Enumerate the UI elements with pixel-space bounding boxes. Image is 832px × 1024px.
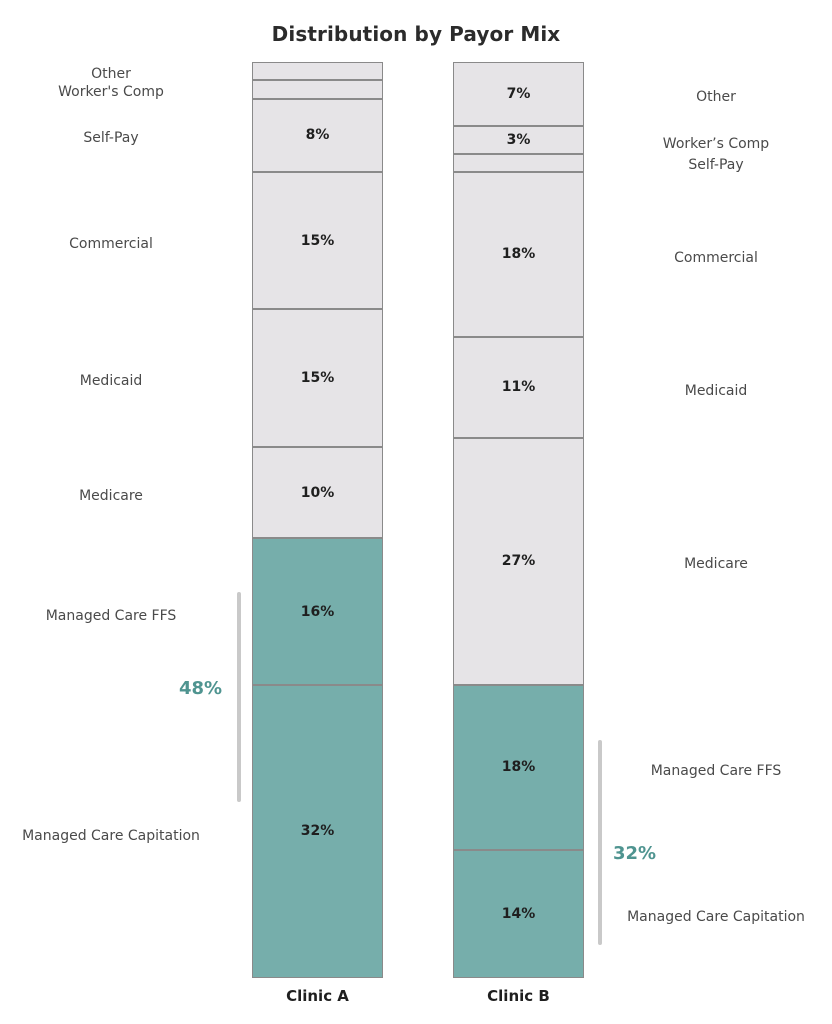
segment-value-label: 16% xyxy=(300,603,335,620)
bar-segment[interactable]: 15% xyxy=(252,309,383,447)
stacked-bar-clinic-a: 8% 15% 15% 10% 16% 32% xyxy=(252,62,383,978)
segment-value-label: 18% xyxy=(501,759,536,776)
bar-segment[interactable]: 15% xyxy=(252,171,383,310)
category-label: Worker’s Comp xyxy=(662,136,770,152)
bar-segment[interactable]: 18% xyxy=(453,171,584,337)
category-label: Medicaid xyxy=(79,373,143,389)
chart-title: Distribution by Payor Mix xyxy=(271,22,561,46)
category-label: Managed Care FFS xyxy=(45,608,177,624)
bar-segment[interactable] xyxy=(252,80,383,99)
bar-segment[interactable]: 7% xyxy=(453,62,584,127)
segment-value-label: 14% xyxy=(501,905,536,922)
bar-segment[interactable]: 11% xyxy=(453,336,584,438)
segment-value-label: 10% xyxy=(300,484,335,501)
segment-value-label: 8% xyxy=(305,127,330,144)
bar-segment[interactable]: 10% xyxy=(252,446,383,539)
bar-segment[interactable]: 3% xyxy=(453,126,584,154)
bar-segment[interactable]: 27% xyxy=(453,437,584,685)
category-label: Commercial xyxy=(674,250,758,266)
category-label: Managed Care FFS xyxy=(650,763,782,779)
category-label: Self-Pay xyxy=(688,157,744,173)
category-label: Medicaid xyxy=(684,383,748,399)
bar-segment[interactable] xyxy=(453,153,584,172)
bracket-total-clinic-a: 48% xyxy=(179,678,223,699)
segment-value-label: 11% xyxy=(501,379,536,396)
category-label: Other xyxy=(91,66,131,82)
category-label: Medicare xyxy=(79,488,143,504)
segment-value-label: 7% xyxy=(506,86,531,103)
payor-mix-chart: Distribution by Payor Mix 8% 15% 15% 10% 16%… xyxy=(0,0,832,1024)
stacked-bar-clinic-b: 7% 3% 18% 11% 27% 18% 14% xyxy=(453,62,584,978)
bar-segment[interactable] xyxy=(252,62,383,81)
category-label: Managed Care Capitation xyxy=(22,828,200,844)
bar-segment[interactable]: 32% xyxy=(252,684,383,978)
category-label: Managed Care Capitation xyxy=(627,909,805,925)
category-label: Medicare xyxy=(684,556,748,572)
bar-segment[interactable]: 18% xyxy=(453,684,584,850)
segment-value-label: 18% xyxy=(501,246,536,263)
bracket-total-clinic-b: 32% xyxy=(613,843,657,864)
bar-segment[interactable]: 8% xyxy=(252,98,383,172)
bar-segment[interactable]: 16% xyxy=(252,538,383,685)
segment-value-label: 15% xyxy=(300,370,335,386)
segment-value-label: 15% xyxy=(300,232,335,249)
segment-value-label: 27% xyxy=(501,553,536,570)
segment-value-label: 3% xyxy=(506,131,531,148)
bracket-clinic-a xyxy=(237,592,241,802)
bar-segment[interactable]: 14% xyxy=(453,849,584,978)
category-label: Commercial xyxy=(69,236,153,252)
category-label: Worker's Comp xyxy=(58,84,164,100)
axis-label-clinic-a: Clinic A xyxy=(286,987,349,1005)
category-label: Other xyxy=(696,89,736,105)
category-label: Self-Pay xyxy=(83,130,139,146)
axis-label-clinic-b: Clinic B xyxy=(487,987,550,1005)
segment-value-label: 32% xyxy=(300,823,335,840)
bracket-clinic-b xyxy=(598,740,602,945)
